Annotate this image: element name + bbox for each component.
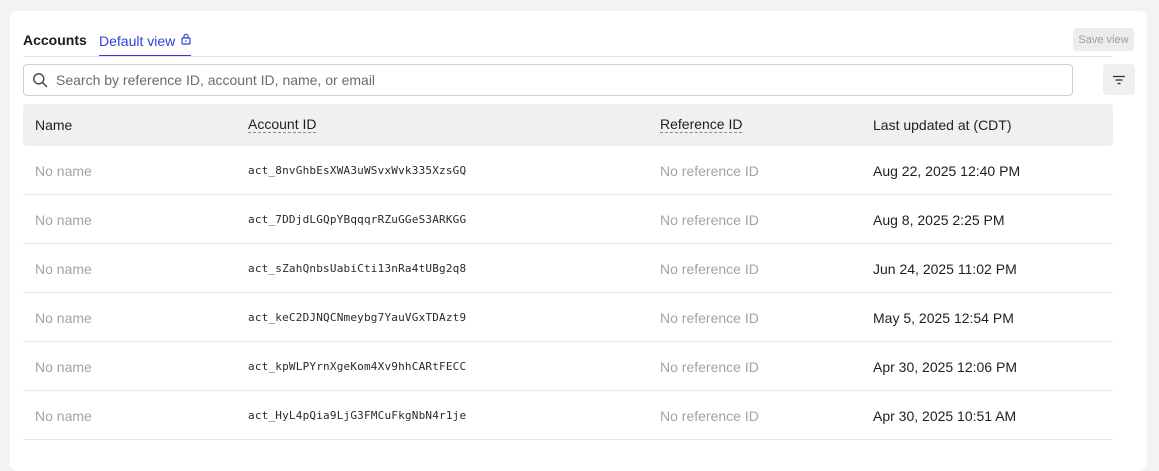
column-header-name[interactable]: Name (35, 117, 72, 133)
filter-button[interactable] (1103, 64, 1135, 95)
row-account-id: act_kpWLPYrnXgeKom4Xv9hhCARtFECC (248, 360, 467, 373)
column-header-account-id[interactable]: Account ID (248, 117, 317, 133)
row-account-id: act_sZahQnbsUabiCti13nRa4tUBg2q8 (248, 262, 467, 275)
tab-default-view-label: Default view (99, 33, 176, 49)
row-name: No name (35, 310, 92, 326)
row-reference-id: No reference ID (660, 310, 759, 326)
row-reference-id: No reference ID (660, 261, 759, 277)
row-name: No name (35, 261, 92, 277)
column-header-last-updated[interactable]: Last updated at (CDT) (873, 117, 1012, 133)
row-account-id: act_7DDjdLGQpYBqqqrRZuGGeS3ARKGG (248, 213, 467, 226)
row-account-id: act_HyL4pQia9LjG3FMCuFkgNbN4r1je (248, 409, 467, 422)
row-last-updated: Jun 24, 2025 11:02 PM (873, 261, 1017, 277)
table-row[interactable]: No name act_sZahQnbsUabiCti13nRa4tUBg2q8… (23, 244, 1113, 293)
row-reference-id: No reference ID (660, 359, 759, 375)
table-row[interactable]: No name act_keC2DJNQCNmeybg7YauVGxTDAzt9… (23, 293, 1113, 342)
search-input[interactable] (56, 72, 1036, 88)
row-last-updated: Aug 22, 2025 12:40 PM (873, 163, 1021, 179)
view-tabs: Accounts Default view (23, 30, 1113, 57)
tab-accounts[interactable]: Accounts (23, 32, 87, 48)
column-header-reference-id[interactable]: Reference ID (660, 117, 743, 133)
row-reference-id: No reference ID (660, 163, 759, 179)
filter-icon (1113, 75, 1125, 84)
table-row[interactable]: No name act_kpWLPYrnXgeKom4Xv9hhCARtFECC… (23, 342, 1113, 391)
table-header: Name Account ID Reference ID Last update… (23, 104, 1113, 146)
row-last-updated: Apr 30, 2025 10:51 AM (873, 408, 1017, 424)
row-last-updated: Apr 30, 2025 12:06 PM (873, 359, 1017, 375)
accounts-table: Name Account ID Reference ID Last update… (23, 104, 1113, 440)
tab-default-view[interactable]: Default view (99, 30, 192, 56)
table-row[interactable]: No name act_8nvGhbEsXWA3uWSvxWvk335XzsGQ… (23, 146, 1113, 195)
row-last-updated: Aug 8, 2025 2:25 PM (873, 212, 1005, 228)
row-name: No name (35, 163, 92, 179)
row-reference-id: No reference ID (660, 408, 759, 424)
row-account-id: act_keC2DJNQCNmeybg7YauVGxTDAzt9 (248, 311, 467, 324)
table-row[interactable]: No name act_HyL4pQia9LjG3FMCuFkgNbN4r1je… (23, 391, 1113, 440)
row-last-updated: May 5, 2025 12:54 PM (873, 310, 1014, 326)
table-row[interactable]: No name act_7DDjdLGQpYBqqqrRZuGGeS3ARKGG… (23, 195, 1113, 244)
search-icon (33, 73, 48, 88)
row-name: No name (35, 212, 92, 228)
lock-icon (181, 33, 191, 45)
row-account-id: act_8nvGhbEsXWA3uWSvxWvk335XzsGQ (248, 164, 467, 177)
row-name: No name (35, 408, 92, 424)
row-name: No name (35, 359, 92, 375)
row-reference-id: No reference ID (660, 212, 759, 228)
save-view-button[interactable]: Save view (1073, 28, 1134, 51)
search-bar (23, 64, 1073, 96)
